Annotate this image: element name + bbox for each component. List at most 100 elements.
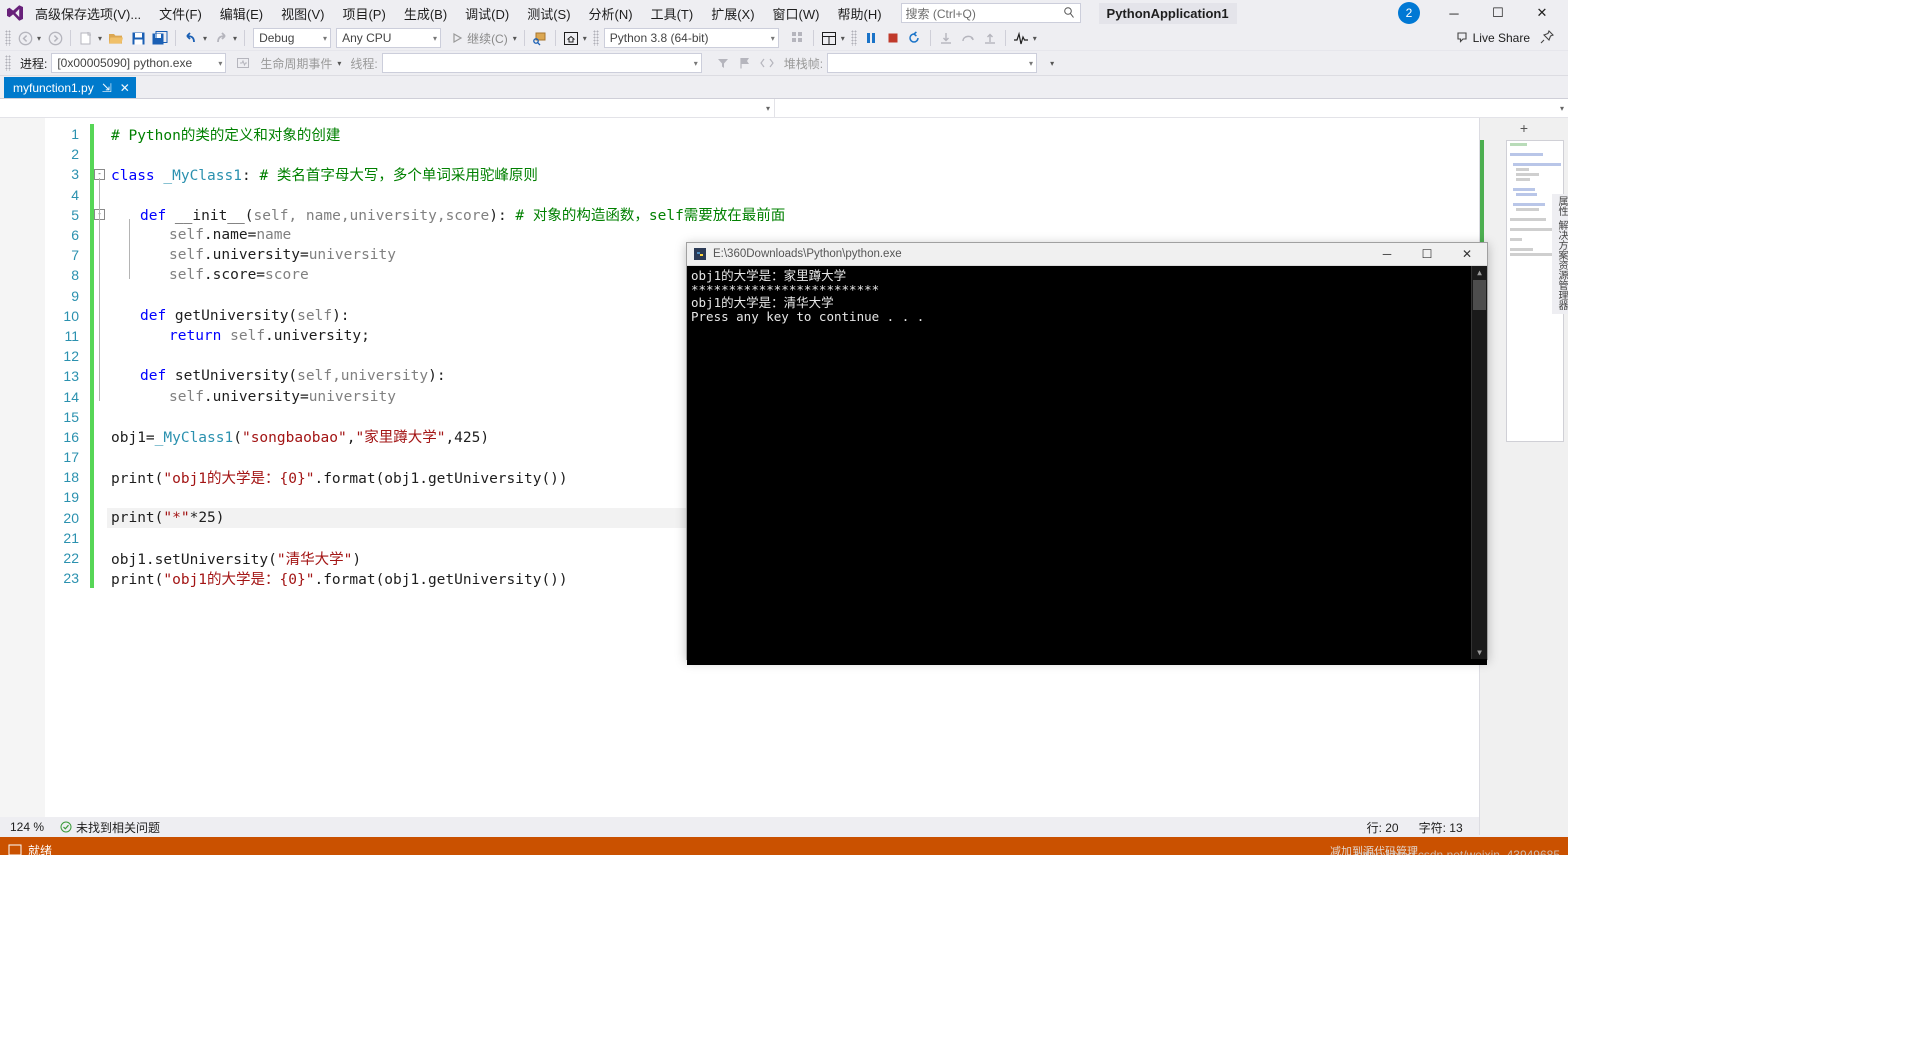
code-line[interactable]: 4 — [71, 184, 1568, 205]
thread-label: 线程: — [350, 56, 378, 71]
console-scroll-thumb[interactable] — [1473, 280, 1486, 310]
maximize-button[interactable]: ☐ — [1476, 0, 1520, 26]
close-button[interactable]: ✕ — [1520, 0, 1564, 26]
show-external-code-icon[interactable] — [756, 53, 778, 73]
debugbar-overflow-icon[interactable]: ▾ — [1047, 59, 1057, 68]
menu-item-window[interactable]: 窗口(W) — [764, 1, 829, 26]
python-console-window[interactable]: E:\360Downloads\Python\python.exe ─ ☐ ✕ … — [686, 242, 1488, 665]
close-icon[interactable]: ✕ — [120, 81, 130, 95]
console-minimize-button[interactable]: ─ — [1367, 243, 1407, 265]
menu-item-project[interactable]: 项目(P) — [333, 1, 394, 26]
python-interpreter-combo[interactable]: Python 3.8 (64-bit) ▾ — [603, 28, 779, 48]
open-file-icon[interactable] — [105, 28, 127, 48]
stop-icon[interactable] — [882, 28, 904, 48]
console-scrollbar[interactable]: ▲ ▼ — [1471, 266, 1487, 659]
continue-button[interactable]: 继续(C) — [447, 30, 512, 47]
solution-platform-combo[interactable]: Any CPU ▾ — [336, 28, 442, 48]
lifecycle-events-icon[interactable] — [232, 53, 254, 73]
step-over-icon[interactable] — [957, 28, 979, 48]
undo-dropdown-icon[interactable]: ▾ — [200, 34, 210, 43]
new-project-icon[interactable] — [75, 28, 97, 48]
menu-item-debug[interactable]: 调试(D) — [456, 1, 518, 26]
chevron-down-icon: ▾ — [765, 103, 770, 113]
rdock-label-1[interactable]: 属性 — [1552, 194, 1568, 218]
redo-icon[interactable] — [210, 28, 232, 48]
flag-icon[interactable] — [734, 53, 756, 73]
stack-frame-combo[interactable]: ▾ — [827, 53, 1038, 73]
grid-icon[interactable] — [787, 28, 809, 48]
continue-dropdown-icon[interactable]: ▾ — [510, 34, 520, 43]
step-out-icon[interactable] — [979, 28, 1001, 48]
code-token: self — [297, 307, 333, 324]
save-all-icon[interactable] — [149, 28, 171, 48]
pin-window-icon[interactable] — [1540, 29, 1566, 47]
filter-icon[interactable] — [712, 53, 734, 73]
restart-icon[interactable] — [904, 28, 926, 48]
caret-column: 字符: 13 — [1418, 820, 1463, 835]
tab-myfunction1-py[interactable]: myfunction1.py ⇲ ✕ — [4, 77, 136, 98]
lifecycle-dropdown-icon[interactable]: ▾ — [334, 59, 344, 68]
menu-item-edit[interactable]: 编辑(E) — [211, 1, 272, 26]
search-input[interactable]: 搜索 (Ctrl+Q) — [900, 3, 1081, 23]
toolbar-grip[interactable] — [850, 30, 857, 46]
navigate-forward-icon[interactable] — [44, 28, 66, 48]
menu-item-view[interactable]: 视图(V) — [272, 1, 333, 26]
menu-item-file[interactable]: 文件(F) — [150, 1, 211, 26]
home-window-icon[interactable] — [560, 28, 582, 48]
code-token: __init__( — [166, 208, 254, 225]
home-dropdown-icon[interactable]: ▾ — [580, 34, 590, 43]
process-combo[interactable]: [0x00005090] python.exe ▾ — [51, 53, 227, 73]
redo-dropdown-icon[interactable]: ▾ — [230, 34, 240, 43]
toolbar-grip[interactable] — [5, 30, 11, 46]
minimize-button[interactable]: ─ — [1432, 0, 1476, 26]
toolbar-grip[interactable] — [5, 55, 11, 71]
line-number: 19 — [63, 489, 79, 506]
navigate-backward-icon[interactable] — [14, 28, 36, 48]
layout-dropdown-icon[interactable]: ▾ — [838, 34, 848, 43]
menu-item-analyze[interactable]: 分析(N) — [580, 1, 642, 26]
menu-item-extensions[interactable]: 扩展(X) — [702, 1, 763, 26]
scroll-up-icon[interactable]: ▲ — [1473, 266, 1486, 279]
console-title: E:\360Downloads\Python\python.exe — [713, 248, 902, 260]
layout-window-icon[interactable] — [818, 28, 840, 48]
code-text: self.university=university — [107, 247, 396, 263]
console-title-bar[interactable]: E:\360Downloads\Python\python.exe ─ ☐ ✕ — [687, 243, 1487, 266]
console-line: ************************* — [691, 281, 880, 297]
code-line[interactable]: 5-def __init__(self, name,university,sco… — [71, 204, 1568, 225]
new-dropdown-icon[interactable]: ▾ — [95, 34, 105, 43]
notification-badge[interactable]: 2 — [1398, 2, 1420, 24]
nav-back-dropdown-icon[interactable]: ▾ — [34, 34, 44, 43]
save-icon[interactable] — [127, 28, 149, 48]
pause-icon[interactable] — [860, 28, 882, 48]
console-maximize-button[interactable]: ☐ — [1407, 243, 1447, 265]
menu-item-test[interactable]: 测试(S) — [518, 1, 579, 26]
undo-icon[interactable] — [180, 28, 202, 48]
attach-process-icon[interactable] — [529, 28, 551, 48]
diagnostics-dropdown-icon[interactable]: ▾ — [1030, 34, 1040, 43]
nav-scope-combo[interactable]: ▾ — [0, 99, 775, 117]
line-number: 14 — [63, 388, 79, 405]
solution-configuration-combo[interactable]: Debug ▾ — [253, 28, 332, 48]
step-into-icon[interactable] — [935, 28, 957, 48]
pin-icon[interactable]: ⇲ — [102, 81, 112, 95]
menu-item-build[interactable]: 生成(B) — [395, 1, 456, 26]
diagnostics-icon[interactable] — [1010, 28, 1032, 48]
rdock-label-2[interactable]: 解决方案资源管理器 — [1552, 218, 1568, 312]
nav-member-combo[interactable]: ▾ — [775, 99, 1568, 117]
toolbar-grip[interactable] — [592, 30, 599, 46]
expand-map-icon[interactable]: + — [1480, 118, 1568, 138]
code-line[interactable]: 2 — [71, 144, 1568, 165]
console-close-button[interactable]: ✕ — [1447, 243, 1487, 265]
menu-item-tools[interactable]: 工具(T) — [642, 1, 703, 26]
live-share-button[interactable]: Live Share — [1455, 31, 1540, 45]
code-line[interactable]: 3- class _MyClass1: # 类名首字母大写，多个单词采用驼峰原则 — [71, 164, 1568, 185]
thread-combo[interactable]: ▾ — [381, 53, 702, 73]
scroll-down-icon[interactable]: ▼ — [1473, 646, 1486, 659]
zoom-level[interactable]: 124 % — [0, 820, 54, 834]
line-number: 11 — [64, 327, 79, 344]
code-line[interactable]: 1 # Python的类的定义和对象的创建 — [71, 124, 1568, 145]
menu-item-0[interactable]: 高级保存选项(V)... — [26, 1, 150, 26]
menu-item-help[interactable]: 帮助(H) — [828, 1, 890, 26]
console-output[interactable]: obj1的大学是：家里蹲大学 ************************* o… — [687, 266, 1487, 665]
issues-status[interactable]: 未找到相关问题 — [54, 819, 160, 836]
